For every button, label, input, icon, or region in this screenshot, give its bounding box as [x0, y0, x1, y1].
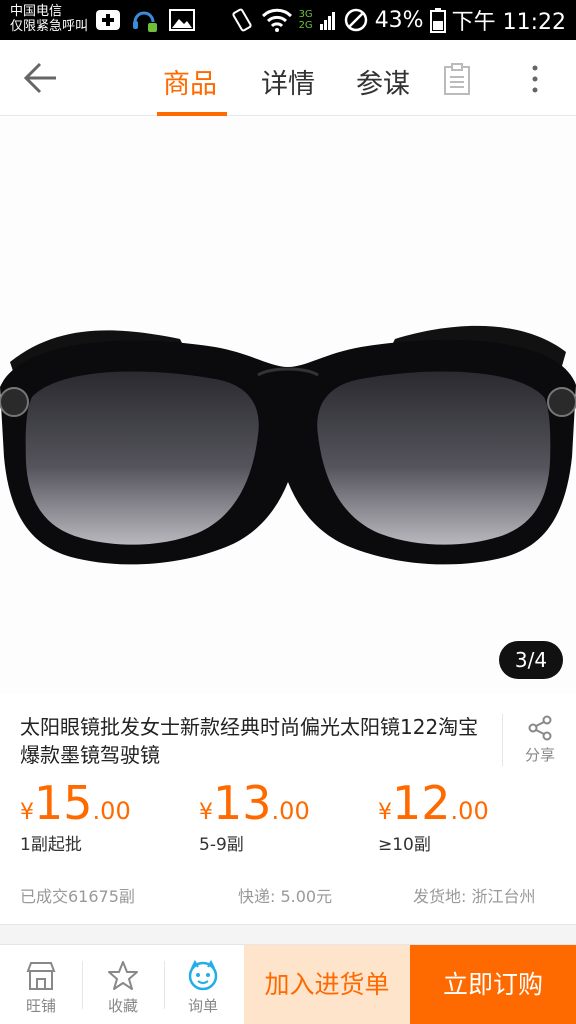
tab-product[interactable]: 商品: [163, 62, 217, 101]
gallery-icon: [169, 9, 195, 31]
network-type: 3G 2G: [299, 9, 313, 31]
price-tier-3-quantity: ≥10副: [378, 835, 431, 855]
bottom-action-bar: 旺铺 收藏 询单 加入进货单 立即订购: [0, 944, 576, 1024]
buy-now-button[interactable]: 立即订购: [410, 945, 576, 1024]
tab-details[interactable]: 详情: [261, 62, 315, 101]
chat-mascot-icon: [188, 959, 218, 991]
price-currency: ¥: [378, 800, 392, 825]
back-arrow-icon[interactable]: [20, 60, 60, 96]
clipboard-icon[interactable]: [442, 62, 472, 96]
battery-percent: 43%: [374, 7, 424, 33]
sold-count: 已成交61675副: [20, 887, 135, 906]
active-tab-indicator: [157, 112, 227, 116]
more-menu-icon[interactable]: [520, 62, 550, 96]
favorite-label: 收藏: [107, 997, 138, 1015]
product-image-carousel[interactable]: 3/4: [0, 117, 576, 693]
product-title: 太阳眼镜批发女士新款经典时尚偏光太阳镜122淘宝爆款墨镜驾驶镜: [20, 715, 479, 767]
status-bar: 中国电信 仅限紧急呼叫 3G 2G 43% 下午 11:22: [0, 0, 576, 40]
carrier-text: 中国电信 仅限紧急呼叫: [10, 4, 88, 34]
price-decimal: .00: [450, 797, 489, 825]
wifi-icon: [261, 8, 292, 32]
emergency-only-text: 仅限紧急呼叫: [10, 19, 89, 34]
price-decimal: .00: [92, 797, 131, 825]
price-tier-1: ¥15.00: [20, 776, 131, 830]
star-icon: [108, 961, 138, 990]
price-currency: ¥: [199, 800, 213, 825]
signal-icon: [319, 12, 335, 30]
price-decimal: .00: [271, 797, 310, 825]
inquiry-button[interactable]: 询单: [162, 945, 244, 1024]
tab-advisor[interactable]: 参谋: [356, 62, 410, 101]
price-integer: 15: [34, 776, 93, 830]
store-label: 旺铺: [25, 997, 56, 1015]
price-tier-2: ¥13.00: [199, 776, 310, 830]
price-integer: 12: [392, 776, 451, 830]
top-nav: 商品 详情 参谋: [0, 40, 576, 116]
image-counter: 3/4: [499, 641, 563, 679]
add-to-cart-button[interactable]: 加入进货单: [244, 945, 410, 1024]
price-tier-1-quantity: 1副起批: [20, 835, 82, 855]
status-right: 3G 2G 43% 下午 11:22: [229, 4, 566, 36]
sunglasses-image: [0, 325, 576, 565]
price-integer: 13: [213, 776, 272, 830]
network-3g: 3G: [298, 9, 313, 20]
store-button[interactable]: 旺铺: [0, 945, 82, 1024]
battery-icon: [429, 8, 446, 33]
headset-chat-icon: [133, 11, 157, 32]
price-currency: ¥: [20, 800, 34, 825]
share-button[interactable]: 分享: [502, 714, 576, 766]
share-label: 分享: [524, 746, 555, 764]
shipping-fee: 快递: 5.00元: [238, 887, 333, 906]
section-gap: [0, 925, 576, 944]
plus-notification-icon: [96, 10, 120, 30]
ship-from: 发货地: 浙江台州: [413, 887, 536, 906]
inquiry-label: 询单: [187, 997, 218, 1015]
favorite-button[interactable]: 收藏: [82, 945, 164, 1024]
price-tier-2-quantity: 5-9副: [199, 835, 244, 855]
do-not-disturb-icon: [344, 8, 367, 32]
share-icon: [528, 715, 552, 741]
price-tier-3: ¥12.00: [378, 776, 489, 830]
carrier-name: 中国电信: [10, 4, 63, 19]
network-2g: 2G: [298, 20, 313, 31]
clock: 下午 11:22: [451, 10, 566, 35]
store-icon: [26, 962, 56, 990]
vibrate-icon: [231, 8, 252, 32]
